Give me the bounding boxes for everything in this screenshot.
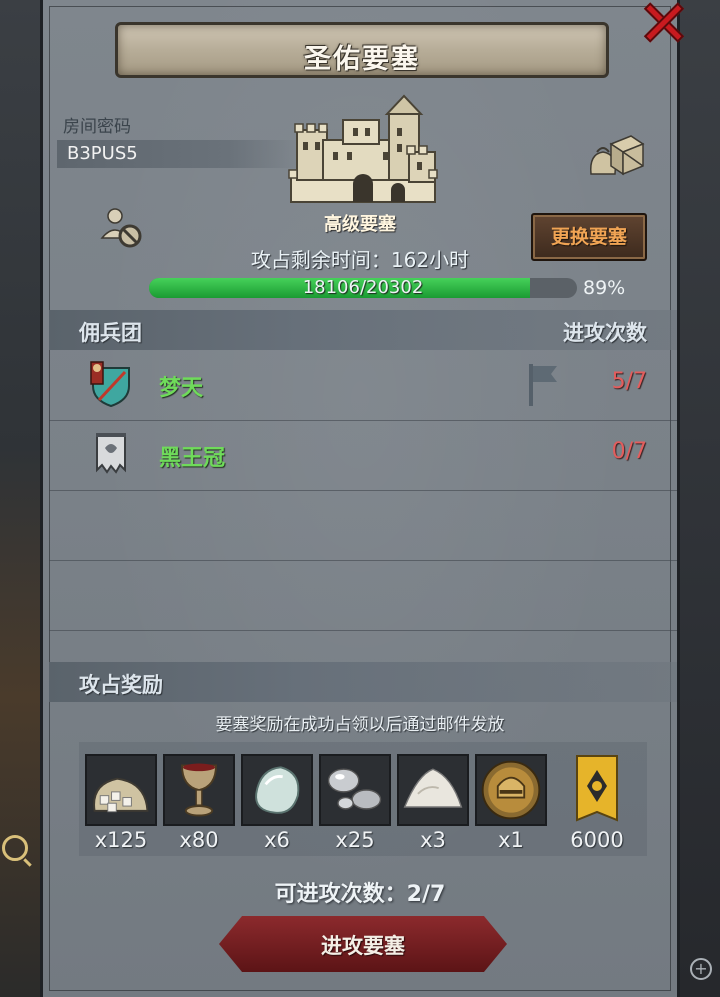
reward-item[interactable]: x6 xyxy=(241,754,313,852)
reward-item[interactable]: x125 xyxy=(85,754,157,852)
empty-row xyxy=(49,490,677,561)
shield-emblem-icon xyxy=(90,361,130,408)
switch-fortress-button[interactable]: 更换要塞 xyxy=(531,213,647,261)
blocked-user-icon[interactable] xyxy=(99,204,145,250)
torn-banner-emblem-icon xyxy=(96,433,126,474)
sack-icon xyxy=(85,754,157,826)
reward-item[interactable]: x25 xyxy=(319,754,391,852)
attack-count-title: 进攻次数 xyxy=(563,321,647,345)
zoom-in-icon[interactable]: + xyxy=(690,958,712,980)
close-icon[interactable] xyxy=(636,0,692,46)
silver-ore-icon xyxy=(319,754,391,826)
progress-value: 18106/20302 xyxy=(302,278,424,298)
progress-percent: 89% xyxy=(583,277,626,299)
reward-qty: x6 xyxy=(264,828,290,852)
mercenary-name: 黑王冠 xyxy=(159,446,226,471)
reward-item[interactable]: x80 xyxy=(163,754,235,852)
capture-progress-bar: 18106/20302 xyxy=(149,278,577,298)
attack-count: 0/7 xyxy=(611,439,647,464)
castle-icon xyxy=(288,94,438,203)
room-code-box: B3PUS5 xyxy=(57,140,302,168)
reward-header: 攻占奖励 xyxy=(49,662,677,702)
room-code-value: B3PUS5 xyxy=(67,143,138,164)
knight-helmet-icon xyxy=(475,754,547,826)
reward-qty: x1 xyxy=(498,828,524,852)
reward-note: 要塞奖励在成功占领以后通过邮件发放 xyxy=(215,715,505,735)
attack-fortress-button[interactable]: 进攻要塞 xyxy=(216,913,510,975)
reward-qty: x3 xyxy=(420,828,446,852)
dialog-title: 圣佑要塞 xyxy=(304,44,420,75)
reward-item[interactable]: 6000 xyxy=(561,754,633,852)
attack-count: 5/7 xyxy=(611,369,647,394)
reward-title: 攻占奖励 xyxy=(79,673,163,697)
supplies-icon[interactable] xyxy=(587,130,645,180)
mercenary-name: 梦天 xyxy=(159,376,204,401)
reward-item[interactable]: x3 xyxy=(397,754,469,852)
search-icon[interactable] xyxy=(2,835,28,861)
background-left xyxy=(0,0,40,997)
mercenary-row[interactable]: 梦天 5/7 xyxy=(49,350,677,421)
reward-qty: x125 xyxy=(94,828,148,852)
reward-qty: x80 xyxy=(179,828,219,852)
mercenary-row[interactable]: 黑王冠 0/7 xyxy=(49,420,677,491)
mercenary-header: 佣兵团 进攻次数 xyxy=(49,310,677,350)
fortress-dialog: 圣佑要塞 房间密码 B3PUS5 高级要塞 攻占剩余时间：162小时 更换要塞 … xyxy=(40,0,680,997)
flag-icon xyxy=(529,364,557,406)
attack-button-label: 进攻要塞 xyxy=(321,934,405,958)
goblet-icon xyxy=(163,754,235,826)
room-code-label: 房间密码 xyxy=(63,117,131,137)
guild-banner-icon xyxy=(561,754,633,826)
remaining-attempts: 可进攻次数：2/7 xyxy=(274,882,446,907)
background-right: + xyxy=(680,0,720,997)
reward-qty: x25 xyxy=(335,828,375,852)
title-banner: 圣佑要塞 xyxy=(115,22,609,78)
gem-icon xyxy=(241,754,313,826)
reward-item[interactable]: x1 xyxy=(475,754,547,852)
reward-qty: 6000 xyxy=(570,828,624,852)
game-screen: + 圣佑要塞 房间密码 B3PUS5 高级要塞 攻占剩余时间：162小时 更换要… xyxy=(0,0,720,997)
salt-pile-icon xyxy=(397,754,469,826)
empty-row xyxy=(49,560,677,631)
mercenary-title: 佣兵团 xyxy=(79,321,142,345)
